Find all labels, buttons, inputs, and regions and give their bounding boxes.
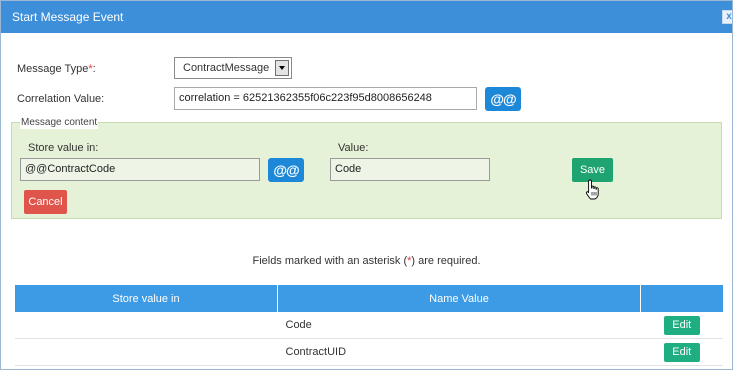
message-type-label-text: Message Type [17, 63, 89, 75]
message-type-select[interactable]: ContractMessage [174, 57, 292, 79]
message-content-table: Store value in Name Value Code Edit Cont… [15, 285, 723, 366]
cancel-button[interactable]: Cancel [24, 190, 67, 214]
actions-cell: Edit [640, 338, 723, 366]
required-note-text-start: Fields marked with an asterisk ( [252, 255, 408, 267]
correlation-value-label: Correlation Value: [17, 93, 105, 105]
actions-cell: Edit [640, 312, 723, 339]
table-row: ContractUID Edit [15, 338, 723, 366]
value-input[interactable]: Code [330, 158, 490, 181]
required-note-text-end: ) are required. [411, 255, 481, 267]
edit-button[interactable]: Edit [663, 342, 700, 362]
column-header-store-value-in[interactable]: Store value in [15, 285, 278, 312]
store-value-label: Store value in: [28, 142, 99, 154]
message-content-panel: Message content Store value in: @@Contra… [11, 116, 722, 219]
message-type-selected-value: ContractMessage [183, 62, 270, 74]
dialog-titlebar: Start Message Event x [1, 1, 732, 33]
store-variable-picker-button[interactable]: @@ [268, 158, 304, 182]
chevron-down-icon[interactable] [275, 60, 289, 76]
correlation-variable-picker-button[interactable]: @@ [485, 87, 521, 111]
hand-cursor-icon [585, 179, 599, 200]
store-value-input[interactable]: @@ContractCode [20, 158, 260, 181]
column-header-actions [640, 285, 723, 312]
store-value-cell [15, 312, 278, 339]
name-value-cell: ContractUID [277, 338, 641, 366]
start-message-event-dialog: Start Message Event x Message Type*: Con… [0, 0, 733, 370]
edit-button[interactable]: Edit [663, 315, 700, 335]
correlation-value-input[interactable]: correlation = 62521362355f06c223f95d8008… [174, 87, 477, 110]
close-icon[interactable]: x [722, 10, 732, 24]
table-header-row: Store value in Name Value [15, 285, 723, 312]
message-content-legend: Message content [20, 116, 99, 129]
name-value-cell: Code [277, 312, 641, 339]
column-header-name-value[interactable]: Name Value [277, 285, 641, 312]
required-fields-note: Fields marked with an asterisk (*) are r… [1, 255, 732, 267]
message-type-colon: : [92, 63, 96, 75]
dialog-title: Start Message Event [12, 10, 124, 24]
message-type-label: Message Type*: [17, 63, 96, 75]
table-row: Code Edit [15, 312, 723, 339]
store-value-cell [15, 338, 278, 366]
value-label: Value: [338, 142, 369, 154]
